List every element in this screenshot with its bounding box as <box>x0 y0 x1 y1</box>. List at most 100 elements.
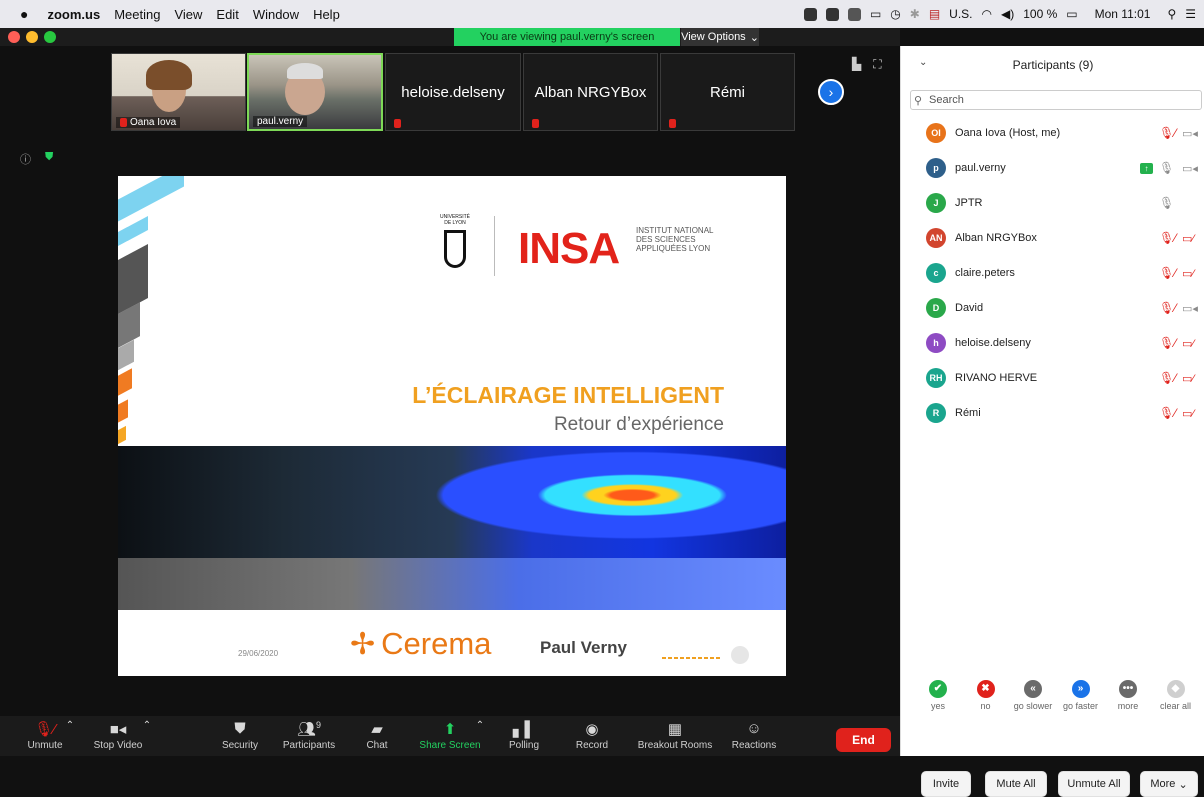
stop-video-button[interactable]: ■◂ Stop Video <box>88 716 148 756</box>
next-page-arrow-icon[interactable]: › <box>818 79 844 105</box>
share-options-chevron[interactable]: ⌃ <box>473 716 487 756</box>
name-tile-remi[interactable]: Rémi <box>660 53 795 131</box>
participants-button[interactable]: 👥︎9 Participants <box>276 716 342 756</box>
participant-row[interactable]: J JPTR 🎙︎ <box>901 186 1204 220</box>
mute-all-button[interactable]: Mute All <box>985 771 1047 797</box>
search-icon: ⚲ <box>914 95 923 107</box>
chat-icon: ▰ <box>371 721 383 738</box>
more-button[interactable]: More ⌄ <box>1140 771 1198 797</box>
muted-mic-icon: 🎙︎⁄ <box>34 721 56 738</box>
audio-options-chevron[interactable]: ⌃ <box>63 716 77 756</box>
menu-item-help[interactable]: Help <box>306 7 347 22</box>
view-options-label: View Options <box>681 31 746 43</box>
mic-icon[interactable]: 🎙︎ <box>1159 196 1174 210</box>
participant-row[interactable]: RH RIVANO HERVE 🎙︎⁄ ▭⁄ <box>901 361 1204 395</box>
view-options-button[interactable]: View Options ⌄ <box>681 28 759 46</box>
record-button[interactable]: ◉ Record <box>570 716 614 756</box>
feedback-no-button[interactable]: ✖ no <box>966 680 1006 711</box>
muted-mic-icon[interactable]: 🎙︎⁄ <box>1159 266 1176 280</box>
menu-item-edit[interactable]: Edit <box>209 7 245 22</box>
participant-name: Oana Iova (Host, me) <box>955 127 1061 139</box>
muted-mic-icon[interactable]: 🎙︎⁄ <box>1159 231 1176 245</box>
tile-label <box>665 119 680 128</box>
video-off-icon[interactable]: ▭⁄ <box>1182 267 1194 280</box>
muted-mic-icon[interactable]: 🎙︎⁄ <box>1159 301 1176 315</box>
input-source-label[interactable]: U.S. <box>949 7 972 21</box>
video-off-icon[interactable]: ▭⁄ <box>1182 407 1194 420</box>
invite-button[interactable]: Invite <box>921 771 971 797</box>
close-window-icon[interactable] <box>8 31 20 43</box>
notification-center-icon[interactable]: ☰ <box>1185 7 1196 21</box>
minimize-window-icon[interactable] <box>26 31 38 43</box>
fullscreen-icon[interactable]: ⛶ <box>873 57 881 72</box>
status-icon-2[interactable] <box>825 7 839 21</box>
participant-search-input[interactable]: ⚲ Search <box>910 90 1202 110</box>
name-tile-heloise[interactable]: heloise.delseny <box>385 53 521 131</box>
name-tile-alban[interactable]: Alban NRGYBox <box>523 53 658 131</box>
end-meeting-button[interactable]: End <box>836 728 891 752</box>
status-icon-1[interactable] <box>803 7 817 21</box>
menu-item-view[interactable]: View <box>167 7 209 22</box>
video-camera-icon[interactable]: ▭◂ <box>1182 162 1198 175</box>
video-camera-icon[interactable]: ▭◂ <box>1182 127 1198 140</box>
reactions-button[interactable]: ☺ Reactions <box>726 716 782 756</box>
encryption-shield-icon[interactable]: ⛊ <box>45 151 53 167</box>
slide-subtitle: Retour d’expérience <box>553 414 724 435</box>
clock[interactable]: Mon 11:01 <box>1087 7 1159 21</box>
mic-icon[interactable]: 🎙︎ <box>1159 161 1174 175</box>
participant-video-hair <box>146 60 192 90</box>
video-tile-oana-iova[interactable]: Oana Iova <box>111 53 246 131</box>
security-button[interactable]: ⛊ Security <box>216 716 264 756</box>
battery-icon[interactable]: ▭ <box>1066 7 1077 21</box>
feedback-clear-all-button[interactable]: ◆ clear all <box>1156 680 1196 711</box>
airplay-icon[interactable]: ▭ <box>870 7 881 21</box>
muted-mic-icon[interactable]: 🎙︎⁄ <box>1159 126 1176 140</box>
chat-button[interactable]: ▰ Chat <box>360 716 394 756</box>
video-off-icon[interactable]: ▭⁄ <box>1182 337 1194 350</box>
feedback-go-slower-button[interactable]: « go slower <box>1013 680 1053 711</box>
thermal-street-photo <box>118 446 786 610</box>
unmute-all-button[interactable]: Unmute All <box>1058 771 1130 797</box>
polling-button[interactable]: ▖▌ Polling <box>504 716 544 756</box>
zoom-window-icon[interactable] <box>44 31 56 43</box>
unmute-button[interactable]: 🎙︎⁄ Unmute <box>22 716 68 756</box>
feedback-go-faster-button[interactable]: » go faster <box>1061 680 1101 711</box>
volume-icon[interactable]: ◀) <box>1001 7 1014 21</box>
muted-mic-icon[interactable]: 🎙︎⁄ <box>1159 336 1176 350</box>
battery-label[interactable]: 100 % <box>1023 7 1057 21</box>
app-menu[interactable]: zoom.us <box>40 7 107 22</box>
gallery-view-icon[interactable]: ▙ <box>852 57 861 72</box>
avatar: R <box>926 403 946 423</box>
breakout-rooms-button[interactable]: ▦ Breakout Rooms <box>632 716 718 756</box>
record-icon: ◉ <box>585 721 599 738</box>
spotlight-icon[interactable]: ⚲ <box>1167 7 1176 21</box>
univ-text: UNIVERSITÉ DE LYON <box>440 214 471 226</box>
video-off-icon[interactable]: ▭⁄ <box>1182 372 1194 385</box>
participant-row[interactable]: c claire.peters 🎙︎⁄ ▭⁄ <box>901 256 1204 290</box>
time-machine-icon[interactable]: ◷ <box>890 7 900 21</box>
menu-item-meeting[interactable]: Meeting <box>107 7 167 22</box>
muted-mic-icon[interactable]: 🎙︎⁄ <box>1159 406 1176 420</box>
presenter-name: Paul Verny <box>540 638 627 657</box>
chevron-up-icon: ⌃ <box>65 720 75 731</box>
participant-row[interactable]: D David 🎙︎⁄ ▭◂ <box>901 291 1204 325</box>
status-icon-3[interactable] <box>847 7 861 21</box>
participant-row[interactable]: p paul.verny ↑ 🎙︎ ▭◂ <box>901 151 1204 185</box>
muted-mic-icon[interactable]: 🎙︎⁄ <box>1159 371 1176 385</box>
bluetooth-icon[interactable]: ✱ <box>910 7 920 21</box>
video-options-chevron[interactable]: ⌃ <box>140 716 154 756</box>
participant-row[interactable]: OI Oana Iova (Host, me) 🎙︎⁄ ▭◂ <box>901 116 1204 150</box>
participant-row[interactable]: AN Alban NRGYBox 🎙︎⁄ ▭⁄ <box>901 221 1204 255</box>
video-tile-paul-verny[interactable]: paul.verny <box>247 53 383 131</box>
wifi-icon[interactable]: ◠ <box>982 7 992 21</box>
apple-menu-icon[interactable]: ● <box>0 6 40 22</box>
feedback-yes-button[interactable]: ✔ yes <box>918 680 958 711</box>
input-source-flag-icon[interactable]: ▤ <box>929 7 940 21</box>
participant-row[interactable]: R Rémi 🎙︎⁄ ▭⁄ <box>901 396 1204 430</box>
menu-item-window[interactable]: Window <box>246 7 306 22</box>
info-icon[interactable]: ⓘ <box>20 151 31 167</box>
feedback-more-button[interactable]: ••• more <box>1108 680 1148 711</box>
video-off-icon[interactable]: ▭⁄ <box>1182 232 1194 245</box>
video-camera-icon[interactable]: ▭◂ <box>1182 302 1198 315</box>
participant-row[interactable]: h heloise.delseny 🎙︎⁄ ▭⁄ <box>901 326 1204 360</box>
